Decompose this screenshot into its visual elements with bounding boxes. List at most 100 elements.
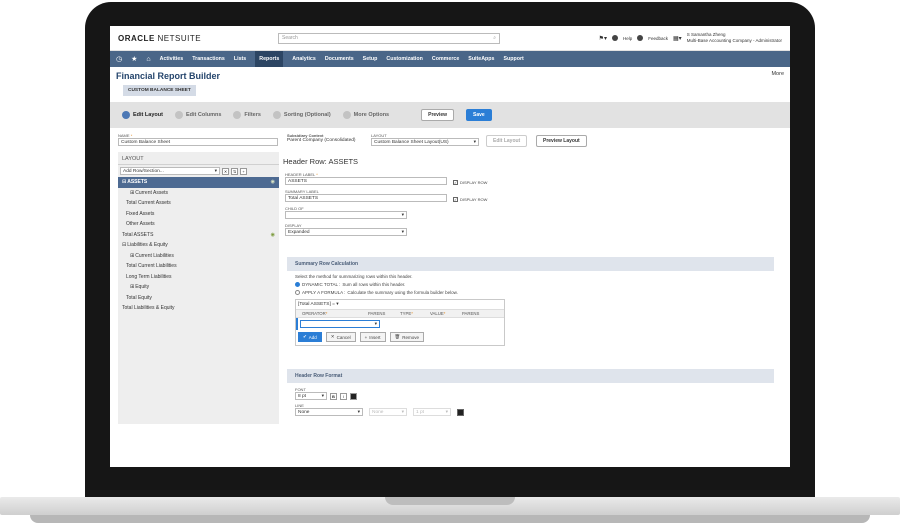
- more-link[interactable]: More: [771, 71, 784, 81]
- remove-button[interactable]: 🗑 Remove: [389, 332, 424, 342]
- step-edit-columns[interactable]: Edit Columns: [174, 111, 221, 119]
- nav-customization[interactable]: Customization: [386, 56, 423, 62]
- visibility-eye-icon[interactable]: ◉: [271, 232, 275, 238]
- user-menu[interactable]: S Samantha Zheng Multi-Base Accounting C…: [687, 32, 782, 44]
- recent-records-icon[interactable]: ⚑▾: [599, 35, 607, 42]
- display-select[interactable]: Expanded ▾: [285, 228, 407, 236]
- collapse-icon[interactable]: ⊟: [122, 242, 126, 248]
- cancel-label: Cancel: [336, 334, 351, 340]
- header-row-format-section: Header Row Format FONT 8 pt ▾ B I LINE No…: [287, 369, 774, 416]
- step-label: Filters: [244, 112, 261, 118]
- tree-row[interactable]: Total Current Liabilities: [118, 261, 279, 272]
- tree-row[interactable]: ⊟ Liabilities & Equity: [118, 240, 279, 251]
- nav-support[interactable]: Support: [503, 56, 523, 62]
- nav-reports[interactable]: Reports: [255, 51, 284, 67]
- save-button[interactable]: Save: [466, 109, 492, 121]
- layout-select-value: Custom Balance Sheet Layout(US): [374, 139, 449, 145]
- step-sorting[interactable]: Sorting (Optional): [272, 111, 331, 119]
- chevron-down-icon: ▾: [473, 139, 476, 145]
- delete-row-icon[interactable]: ✕: [222, 167, 229, 175]
- nav-analytics[interactable]: Analytics: [292, 56, 316, 62]
- chevron-down-icon: ▾: [336, 302, 339, 307]
- dynamic-total-radio[interactable]: DYNAMIC TOTAL : Sum all rows within this …: [295, 282, 766, 287]
- star-icon[interactable]: ★: [131, 55, 137, 63]
- feedback-link[interactable]: Feedback: [648, 36, 668, 41]
- tree-row[interactable]: Fixed Assets: [118, 209, 279, 220]
- tree-row[interactable]: ⊞ Equity: [118, 282, 279, 293]
- layout-select[interactable]: Custom Balance Sheet Layout(US) ▾: [371, 138, 479, 146]
- display-row-checkbox[interactable]: ✓ DISPLAY ROW: [453, 180, 487, 185]
- tree-row-label: ASSETS: [127, 179, 148, 186]
- cancel-button[interactable]: ✕ Cancel: [325, 332, 356, 342]
- move-row-icon[interactable]: ⇅: [231, 167, 238, 175]
- tree-row-label: Current Liabilities: [135, 252, 174, 259]
- formula-edit-row: ▾: [296, 318, 504, 330]
- tree-row[interactable]: Total Liabilities & Equity: [118, 303, 279, 314]
- col-operator: OPERATOR*: [302, 311, 328, 316]
- add-button[interactable]: ✔ Add: [298, 332, 322, 342]
- recent-icon[interactable]: ◷: [116, 55, 122, 63]
- font-color-picker[interactable]: [350, 392, 357, 400]
- display-summary-checkbox[interactable]: ✓ DISPLAY ROW: [453, 197, 487, 202]
- font-size-select[interactable]: 8 pt ▾: [295, 392, 327, 400]
- apply-formula-radio[interactable]: APPLY A FORMULA : Calculate the summary u…: [295, 290, 766, 295]
- tree-row[interactable]: Total ASSETS ◉: [118, 230, 279, 241]
- step-dot-icon: [174, 111, 183, 119]
- radio-icon: [295, 282, 300, 287]
- step-more-options[interactable]: More Options: [342, 111, 389, 119]
- expand-icon[interactable]: ⊞: [130, 190, 134, 196]
- tree-row[interactable]: Other Assets: [118, 219, 279, 230]
- italic-toggle[interactable]: I: [340, 392, 347, 400]
- step-edit-layout[interactable]: Edit Layout: [122, 111, 163, 119]
- line-style-select[interactable]: None ▾: [369, 408, 407, 416]
- tree-row[interactable]: ⊞ Current Liabilities: [118, 251, 279, 262]
- edit-layout-button[interactable]: Edit Layout: [486, 135, 528, 147]
- tree-row[interactable]: Total Current Assets: [118, 198, 279, 209]
- operator-select[interactable]: ▾: [300, 320, 380, 328]
- feedback-icon[interactable]: [637, 35, 644, 41]
- nav-suiteapps[interactable]: SuiteApps: [468, 56, 494, 62]
- help-link[interactable]: Help: [623, 36, 632, 41]
- tree-row[interactable]: Total Equity: [118, 293, 279, 304]
- line-weight-select[interactable]: 1 pt ▾: [413, 408, 451, 416]
- nav-transactions[interactable]: Transactions: [192, 56, 225, 62]
- expand-icon[interactable]: ⊞: [130, 284, 134, 290]
- tree-row-label: Total Current Assets: [126, 200, 171, 207]
- tree-row[interactable]: ⊟ ASSETS ◉: [118, 177, 279, 188]
- nav-activities[interactable]: Activities: [160, 56, 184, 62]
- tree-row[interactable]: ⊞ Current Assets: [118, 188, 279, 199]
- summary-label-input[interactable]: Total ASSETS: [285, 194, 447, 202]
- expand-icon[interactable]: ⊞: [130, 253, 134, 259]
- formula-builder: [Total ASSETS] = ▾ OPERATOR* PARENS TYPE…: [295, 299, 505, 346]
- header-label-input[interactable]: ASSETS: [285, 177, 447, 185]
- step-filters[interactable]: Filters: [233, 111, 261, 119]
- nav-commerce[interactable]: Commerce: [432, 56, 459, 62]
- add-row-select[interactable]: Add Row/Section... ▾: [120, 167, 220, 175]
- role-icon[interactable]: ▦▾: [673, 35, 682, 42]
- home-icon[interactable]: ⌂: [146, 56, 150, 63]
- tree-row[interactable]: Long Term Liabilities: [118, 272, 279, 283]
- expand-row-icon[interactable]: +: [240, 167, 247, 175]
- nav-documents[interactable]: Documents: [325, 56, 354, 62]
- child-of-select[interactable]: ▾: [285, 211, 407, 219]
- visibility-eye-icon[interactable]: ◉: [271, 179, 275, 185]
- bold-toggle[interactable]: B: [330, 392, 337, 400]
- global-search-input[interactable]: Search ⌕: [278, 32, 500, 44]
- laptop-base-notch: [385, 497, 515, 505]
- line-color-picker[interactable]: [457, 408, 464, 416]
- header-utilities: ⚑▾ Help Feedback ▦▾ S Samantha Zheng Mul…: [599, 32, 782, 44]
- tree-row-label: Equity: [135, 284, 150, 291]
- collapse-icon[interactable]: ⊟: [122, 179, 126, 185]
- report-name-badge: CUSTOM BALANCE SHEET: [123, 85, 196, 96]
- nav-setup[interactable]: Setup: [363, 56, 378, 62]
- preview-layout-button[interactable]: Preview Layout: [536, 135, 587, 147]
- name-input[interactable]: Custom Balance Sheet: [118, 138, 278, 146]
- insert-label: Insert: [369, 334, 381, 340]
- line-select[interactable]: None ▾: [295, 408, 363, 416]
- preview-button[interactable]: Preview: [421, 109, 455, 121]
- help-icon[interactable]: [611, 35, 618, 41]
- insert-button[interactable]: + Insert: [359, 332, 386, 342]
- page-title: Financial Report Builder: [116, 71, 221, 81]
- chevron-down-icon: ▾: [401, 212, 404, 218]
- nav-lists[interactable]: Lists: [234, 56, 246, 62]
